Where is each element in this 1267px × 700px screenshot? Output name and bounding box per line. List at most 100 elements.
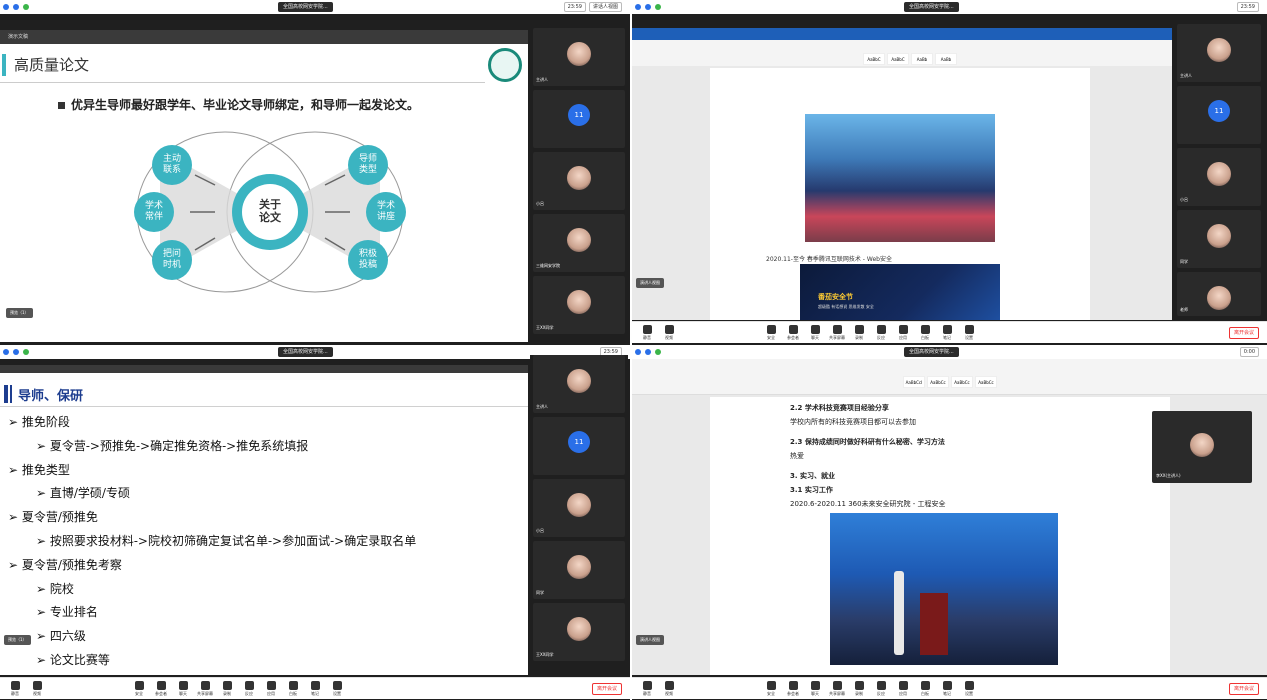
participant-tile[interactable]: 小吕 — [1177, 148, 1261, 206]
participant-tile[interactable]: 11 — [1177, 86, 1261, 144]
speaker-view-button[interactable]: 演讲人视图 — [636, 635, 664, 645]
meeting-name[interactable]: 全国高校网安学院... — [278, 2, 333, 12]
style-normal[interactable]: AaBbC — [863, 53, 885, 65]
document-line: 2.2 学术科技竞赛项目经验分享 — [790, 404, 889, 412]
apps-button[interactable]: 应用 — [260, 680, 282, 697]
meeting-name[interactable]: 全国高校网安学院... — [278, 347, 333, 357]
style-heading2[interactable]: AaBb — [911, 53, 933, 65]
video-button[interactable]: 视频 — [26, 680, 48, 697]
participants-button[interactable]: 参会者 — [150, 680, 172, 697]
reactions-button[interactable]: 反应 — [238, 680, 260, 697]
participant-tile[interactable]: 同学 — [533, 541, 625, 599]
record-button[interactable]: 录制 — [216, 680, 238, 697]
speaker-view-button[interactable]: 演讲人视图 — [636, 278, 664, 288]
notes-button[interactable]: 笔记 — [936, 680, 958, 697]
info-icon[interactable] — [645, 4, 651, 10]
whiteboard-button[interactable]: 白板 — [914, 324, 936, 341]
sub-bullet-item: ➢ 夏令营->预推免->确定推免资格->推免系统填报 — [36, 437, 308, 454]
participant-tile[interactable]: 11 — [533, 417, 625, 475]
mute-button[interactable]: 静音 — [4, 680, 26, 697]
slide-topbar — [0, 365, 528, 373]
participants-button[interactable]: 参会者 — [782, 324, 804, 341]
participant-tile[interactable]: 老师 — [1177, 272, 1261, 316]
sub-bullet-item: ➢ 院校 — [36, 580, 74, 597]
security-button[interactable]: 安全 — [760, 680, 782, 697]
record-button[interactable]: 录制 — [848, 324, 870, 341]
participant-tile[interactable]: 小吕 — [533, 479, 625, 537]
info-icon[interactable] — [13, 349, 19, 355]
banner-image: 番茄安全节 超级酷 有话想说 思维发散 安全 — [800, 264, 1000, 320]
arrow-bullet-icon: ➢ — [8, 415, 22, 429]
participant-tile[interactable]: 王XX同学 — [533, 603, 625, 661]
mute-button[interactable]: 静音 — [636, 324, 658, 341]
participant-sidebar: 主讲人 11 小吕 同学 王XX同学 — [530, 355, 628, 673]
leave-meeting-button[interactable]: 离开会议 — [592, 683, 622, 695]
apps-button[interactable]: 应用 — [892, 324, 914, 341]
participant-sidebar: 主讲人 11 小吕 三维网安学院 王XX同学 — [530, 28, 628, 345]
preview-button[interactable]: 预览（1） — [6, 308, 33, 318]
whiteboard-button[interactable]: 白板 — [914, 680, 936, 697]
share-screen-button[interactable]: 共享屏幕 — [826, 324, 848, 341]
signal-icon — [655, 349, 661, 355]
style-heading1[interactable]: AaBbCc — [927, 376, 949, 388]
participant-tile[interactable]: 同学 — [1177, 210, 1261, 268]
share-screen-button[interactable]: 共享屏幕 — [826, 680, 848, 697]
speaker-view-button[interactable]: 讲话人视图 — [588, 2, 622, 12]
document-area: AaBbCcI AaBbCc AaBbCc AaBbCc 2.2 学术科技竞赛项目经验… — [632, 359, 1267, 675]
apps-icon — [898, 680, 908, 690]
quadrant-bottom-right: 全国高校网安学院... 0:00 AaBbCcI AaBbCc AaBbCc AaBb… — [632, 345, 1267, 700]
video-button[interactable]: 视频 — [658, 324, 680, 341]
participant-tile[interactable]: 王XX同学 — [533, 276, 625, 334]
participant-tile[interactable]: 小吕 — [533, 152, 625, 210]
stage-photo — [805, 114, 995, 242]
preview-button[interactable]: 预览（1） — [4, 635, 31, 645]
participant-name: 主讲人 — [1180, 73, 1192, 78]
notes-button[interactable]: 笔记 — [936, 324, 958, 341]
chat-button[interactable]: 聊天 — [804, 680, 826, 697]
arrow-bullet-icon: ➢ — [36, 605, 50, 620]
apps-button[interactable]: 应用 — [892, 680, 914, 697]
meeting-name[interactable]: 全国高校网安学院... — [904, 347, 959, 357]
document-line: 2.3 保持成绩同时做好科研有什么秘密、学习方法 — [790, 438, 945, 446]
participant-name: 老师 — [1180, 307, 1188, 312]
leave-meeting-button[interactable]: 离开会议 — [1229, 683, 1259, 695]
participant-tile[interactable]: 主讲人 — [533, 28, 625, 86]
arrow-bullet-icon: ➢ — [36, 581, 50, 596]
style-heading2[interactable]: AaBbCc — [951, 376, 973, 388]
notes-button[interactable]: 笔记 — [304, 680, 326, 697]
style-heading3[interactable]: AaBb — [935, 53, 957, 65]
video-button[interactable]: 视频 — [658, 680, 680, 697]
leave-meeting-button[interactable]: 离开会议 — [1229, 327, 1259, 339]
apps-icon — [266, 680, 276, 690]
participants-button[interactable]: 参会者 — [782, 680, 804, 697]
participant-tile[interactable]: 主讲人 — [1177, 24, 1261, 82]
security-button[interactable]: 安全 — [128, 680, 150, 697]
info-icon[interactable] — [645, 349, 651, 355]
style-heading3[interactable]: AaBbCc — [975, 376, 997, 388]
participant-name: 主讲人 — [536, 404, 548, 409]
share-screen-button[interactable]: 共享屏幕 — [194, 680, 216, 697]
style-heading1[interactable]: AaBbC — [887, 53, 909, 65]
meeting-name[interactable]: 全国高校网安学院... — [904, 2, 959, 12]
reactions-button[interactable]: 反应 — [870, 324, 892, 341]
settings-button[interactable]: 设置 — [958, 680, 980, 697]
participant-tile[interactable]: 11 — [533, 90, 625, 148]
chat-button[interactable]: 聊天 — [804, 324, 826, 341]
participant-tile[interactable]: 三维网安学院 — [533, 214, 625, 272]
settings-button[interactable]: 设置 — [958, 324, 980, 341]
mute-button[interactable]: 静音 — [636, 680, 658, 697]
reactions-button[interactable]: 反应 — [870, 680, 892, 697]
arrow-bullet-icon: ➢ — [36, 534, 50, 548]
chat-button[interactable]: 聊天 — [172, 680, 194, 697]
settings-button[interactable]: 设置 — [326, 680, 348, 697]
whiteboard-button[interactable]: 白板 — [282, 680, 304, 697]
avatar — [567, 617, 591, 641]
style-normal[interactable]: AaBbCcI — [903, 376, 925, 388]
info-icon[interactable] — [13, 4, 19, 10]
record-button[interactable]: 录制 — [848, 680, 870, 697]
security-button[interactable]: 安全 — [760, 324, 782, 341]
floating-video[interactable]: 李XX(主讲人) — [1152, 411, 1252, 483]
participant-name: 同学 — [1180, 259, 1188, 264]
arrow-bullet-icon: ➢ — [36, 629, 50, 644]
participant-tile[interactable]: 主讲人 — [533, 355, 625, 413]
